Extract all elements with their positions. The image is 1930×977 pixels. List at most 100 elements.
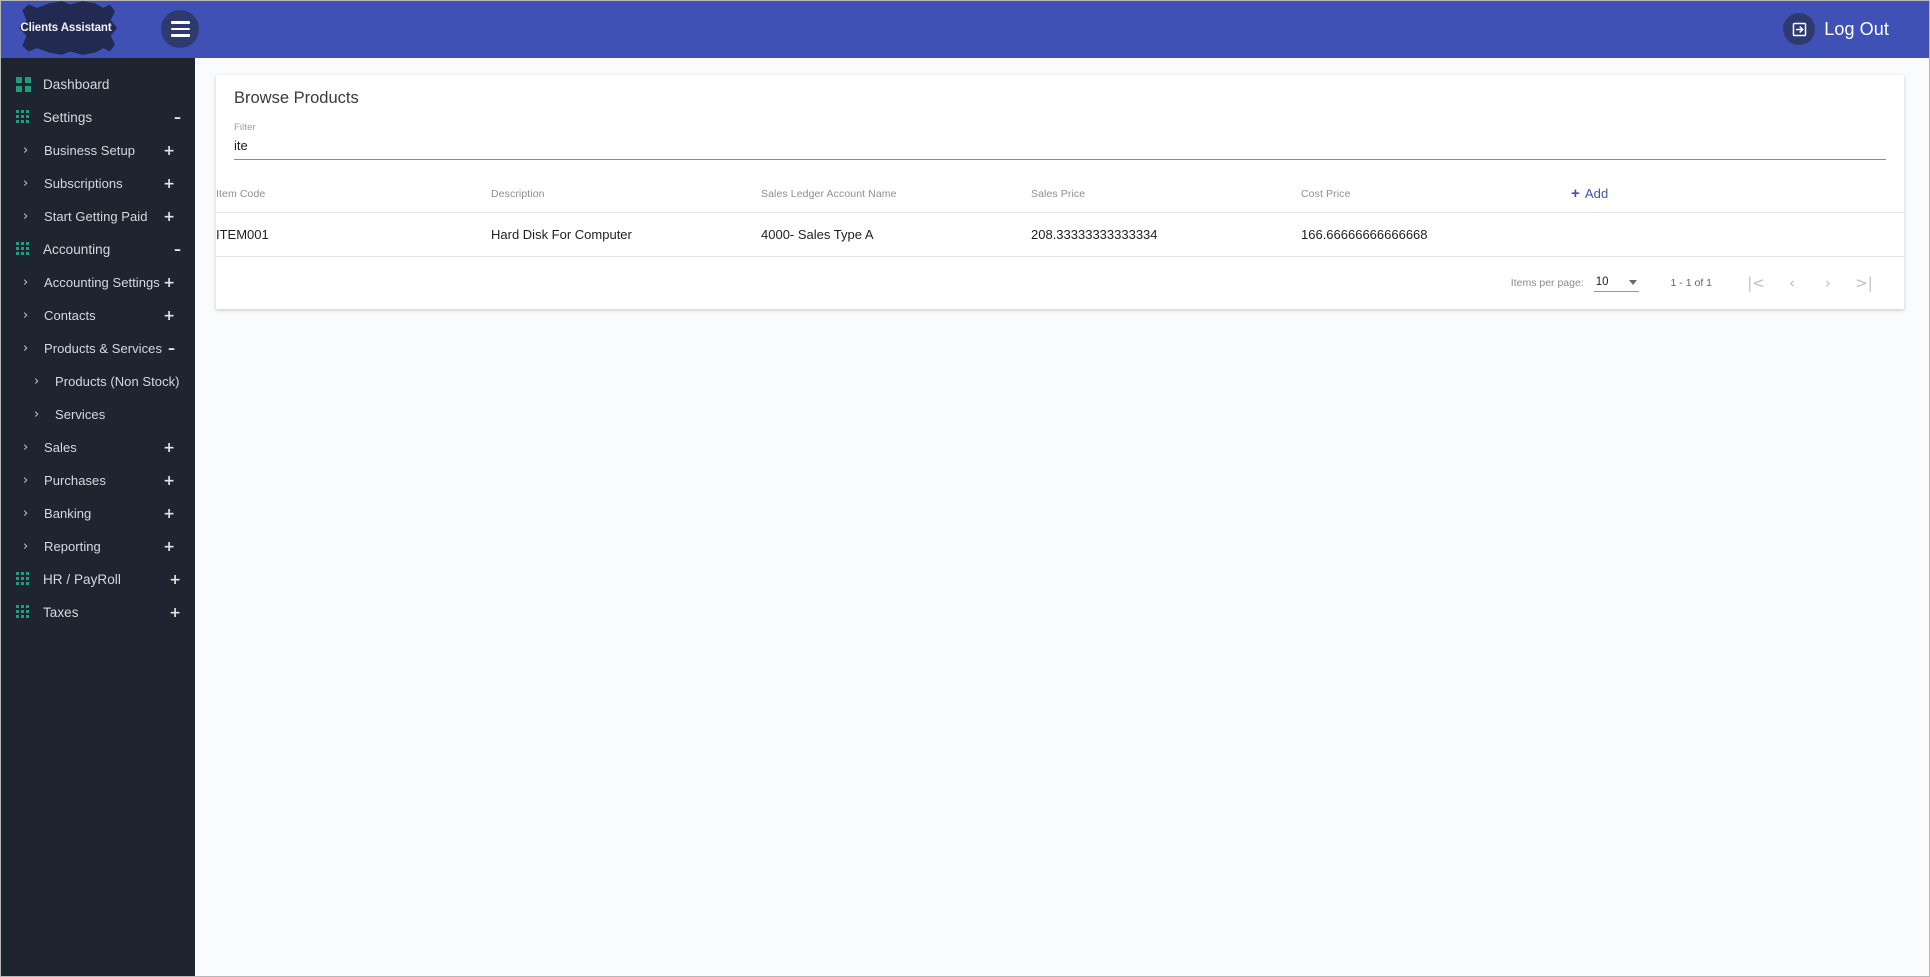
expand-icon[interactable]: + <box>169 606 181 620</box>
grid-cell <box>16 115 19 118</box>
filter-input[interactable] <box>234 133 1886 160</box>
expand-icon[interactable]: + <box>163 441 175 455</box>
grid-cell <box>16 242 19 245</box>
expand-icon[interactable]: + <box>169 573 181 587</box>
chevron-right-icon: › <box>23 440 29 455</box>
grid-cell <box>26 610 29 613</box>
column-header-description: Description <box>491 178 761 213</box>
expand-icon[interactable]: + <box>163 507 175 521</box>
grid-cell <box>16 615 19 618</box>
grid-cell <box>21 110 24 113</box>
column-header-item-code: Item Code <box>216 178 491 213</box>
expand-icon[interactable]: + <box>163 210 175 224</box>
grid-3x3-icon <box>16 572 31 587</box>
sidebar-item-dashboard[interactable]: Dashboard <box>1 68 195 101</box>
items-per-page-select[interactable]: 10 <box>1593 274 1639 292</box>
collapse-icon[interactable]: – <box>168 342 175 356</box>
sidebar-item-label: Settings <box>43 110 93 125</box>
sidebar-item-hr-payroll[interactable]: HR / PayRoll + <box>1 563 195 596</box>
sidebar-item-accounting[interactable]: Accounting – <box>1 233 195 266</box>
grid-cell <box>26 242 29 245</box>
grid-cell <box>26 577 29 580</box>
grid-cell <box>16 247 19 250</box>
chevron-right-icon: › <box>23 176 29 191</box>
sidebar-item-settings[interactable]: Settings – <box>1 101 195 134</box>
sidebar-item-label: Products (Non Stock) <box>55 374 180 389</box>
grid-cell <box>16 120 19 123</box>
expand-icon[interactable]: + <box>163 276 175 290</box>
grid-3x3-icon <box>16 110 31 125</box>
grid-cell <box>26 252 29 255</box>
expand-icon[interactable]: + <box>163 309 175 323</box>
sidebar-item-products-non-stock[interactable]: › Products (Non Stock) <box>1 365 195 398</box>
paginator: Items per page: 10 1 - 1 of 1 |< ‹ › >| <box>216 257 1904 309</box>
grid-cell <box>16 577 19 580</box>
brand-logo[interactable]: Clients Assistant <box>11 1 121 59</box>
hamburger-line <box>170 21 190 24</box>
grid-cell <box>16 110 19 113</box>
hamburger-menu-icon[interactable] <box>161 10 199 48</box>
sidebar-item-label: Contacts <box>44 308 96 323</box>
sidebar-item-sales[interactable]: › Sales + <box>1 431 195 464</box>
chevron-down-icon <box>1628 279 1637 285</box>
sidebar-item-banking[interactable]: › Banking + <box>1 497 195 530</box>
first-page-button[interactable]: |< <box>1738 268 1774 298</box>
sidebar-item-contacts[interactable]: › Contacts + <box>1 299 195 332</box>
hamburger-line <box>170 34 190 37</box>
grid-cell <box>26 247 29 250</box>
cell-sales-ledger-account-name: 4000- Sales Type A <box>761 212 1031 257</box>
items-per-page-value: 10 <box>1595 276 1609 288</box>
table-row[interactable]: ITEM001 Hard Disk For Computer 4000- Sales… <box>216 212 1904 257</box>
sidebar-item-purchases[interactable]: › Purchases + <box>1 464 195 497</box>
column-header-cost-price: Cost Price <box>1301 178 1571 213</box>
grid-cell <box>21 252 24 255</box>
sidebar-item-services[interactable]: › Services <box>1 398 195 431</box>
cell-cost-price: 166.66666666666668 <box>1301 212 1571 257</box>
grid-cell <box>16 252 19 255</box>
expand-icon[interactable]: + <box>163 474 175 488</box>
grid-cell <box>21 115 24 118</box>
expand-icon[interactable]: + <box>163 540 175 554</box>
grid-cell <box>16 610 19 613</box>
grid-cell <box>16 77 22 83</box>
collapse-icon[interactable]: – <box>174 111 181 125</box>
add-button[interactable]: + Add <box>1571 186 1608 201</box>
filter-label: Filter <box>234 122 256 133</box>
sidebar-item-subscriptions[interactable]: › Subscriptions + <box>1 167 195 200</box>
pagination-range-label: 1 - 1 of 1 <box>1670 277 1712 289</box>
hamburger-line <box>170 27 190 31</box>
logout-button[interactable]: Log Out <box>1783 13 1889 45</box>
collapse-icon[interactable]: – <box>174 243 181 257</box>
filter-block: Filter <box>216 108 1904 160</box>
grid-cell <box>26 605 29 608</box>
main-content: Browse Products Filter Item Code Descrip… <box>195 58 1929 976</box>
products-table-head: Item Code Description Sales Ledger Accou… <box>216 178 1904 213</box>
grid-cell <box>21 610 24 613</box>
expand-icon[interactable]: + <box>163 144 175 158</box>
grid-cell <box>21 247 24 250</box>
expand-icon[interactable]: + <box>163 177 175 191</box>
sidebar-item-accounting-settings[interactable]: › Accounting Settings + <box>1 266 195 299</box>
brand-name: Clients Assistant <box>20 22 112 34</box>
grid-cell <box>21 582 24 585</box>
grid-cell <box>16 582 19 585</box>
items-per-page-label: Items per page: <box>1510 277 1584 289</box>
sidebar-item-label: Business Setup <box>44 143 136 158</box>
sidebar-item-business-setup[interactable]: › Business Setup + <box>1 134 195 167</box>
grid-cell <box>25 77 31 83</box>
column-header-actions: + Add <box>1571 178 1904 213</box>
grid-2x2-icon <box>16 77 31 92</box>
previous-page-button[interactable]: ‹ <box>1774 268 1810 298</box>
sidebar-item-label: Dashboard <box>43 77 110 92</box>
sidebar-item-label: Taxes <box>43 605 79 620</box>
last-page-button[interactable]: >| <box>1846 268 1882 298</box>
browse-products-card: Browse Products Filter Item Code Descrip… <box>216 75 1904 309</box>
grid-cell <box>26 582 29 585</box>
sidebar-item-taxes[interactable]: Taxes + <box>1 596 195 629</box>
sidebar-item-start-getting-paid[interactable]: › Start Getting Paid + <box>1 200 195 233</box>
sidebar-item-reporting[interactable]: › Reporting + <box>1 530 195 563</box>
sidebar-item-label: Accounting Settings <box>44 275 160 290</box>
next-page-button[interactable]: › <box>1810 268 1846 298</box>
logout-icon <box>1783 13 1816 45</box>
sidebar-item-products-services[interactable]: › Products & Services – <box>1 332 195 365</box>
